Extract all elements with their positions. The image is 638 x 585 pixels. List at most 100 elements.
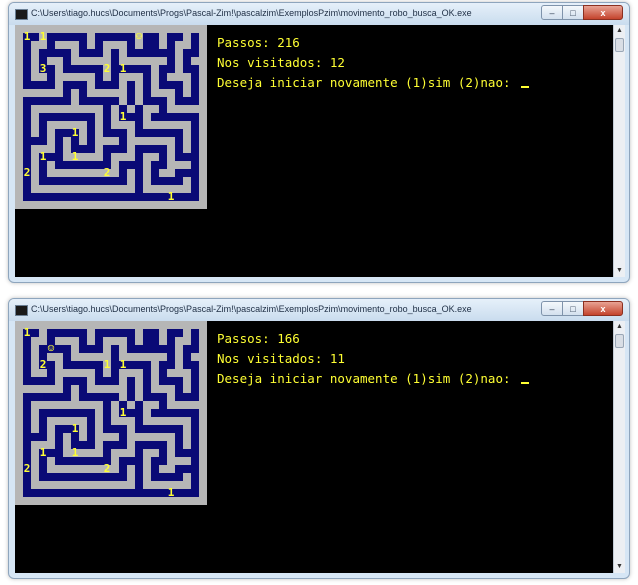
maze-path-cell	[151, 337, 159, 345]
console-output[interactable]: 1 1 ☺ 3 2 1 1 1 1 1 2 2 1 Passos: 216 Nos visitados: …	[15, 25, 613, 277]
maze-path-cell	[87, 97, 95, 105]
maze-path-cell	[111, 489, 119, 497]
maze-path-cell	[143, 65, 151, 73]
maze-wall-cell	[159, 337, 167, 345]
scroll-down-icon[interactable]: ▼	[614, 265, 625, 277]
maze-wall-cell	[31, 145, 39, 153]
maze-path-cell	[191, 465, 199, 473]
close-button[interactable]: x	[583, 301, 623, 316]
maximize-button[interactable]: □	[562, 301, 584, 316]
maze-path-cell	[183, 49, 191, 57]
maze-path-cell	[47, 33, 55, 41]
maze-wall-cell	[111, 337, 119, 345]
scroll-up-icon[interactable]: ▲	[614, 321, 625, 333]
maze-path-cell	[87, 193, 95, 201]
maze-path-cell	[87, 65, 95, 73]
maze-wall-cell	[111, 401, 119, 409]
maze-wall-cell	[23, 385, 31, 393]
maze-path-cell	[175, 465, 183, 473]
maze-wall-cell	[167, 137, 175, 145]
maze-path-cell	[167, 65, 175, 73]
maze-wall-cell	[47, 401, 55, 409]
maze-wall-cell	[183, 433, 191, 441]
maze-path-cell	[95, 193, 103, 201]
maze-wall-cell	[47, 185, 55, 193]
visit-count-label: 1	[167, 190, 175, 203]
maze-path-cell	[135, 473, 143, 481]
maze-path-cell	[127, 385, 135, 393]
maze-path-cell	[135, 193, 143, 201]
maze-path-cell	[63, 89, 71, 97]
maze-path-cell	[135, 129, 143, 137]
console-app-icon	[15, 305, 28, 316]
maze-path-cell	[151, 457, 159, 465]
maze-wall-cell	[31, 161, 39, 169]
maze-path-cell	[143, 345, 151, 353]
maze-path-cell	[111, 145, 119, 153]
scroll-up-icon[interactable]: ▲	[614, 25, 625, 37]
maze-path-cell	[175, 137, 183, 145]
maze-wall-cell	[199, 201, 207, 209]
maze-wall-cell	[79, 433, 87, 441]
maze-wall-cell	[15, 105, 23, 113]
maze-wall-cell	[47, 105, 55, 113]
maze-path-cell	[151, 97, 159, 105]
maze-wall-cell	[47, 145, 55, 153]
scroll-down-icon[interactable]: ▼	[614, 561, 625, 573]
maze-path-cell	[175, 97, 183, 105]
maze-wall-cell	[15, 433, 23, 441]
maze-wall-cell	[199, 497, 207, 505]
maze-path-cell	[191, 33, 199, 41]
maze-wall-cell	[127, 433, 135, 441]
visitados-line: Nos visitados: 11	[217, 351, 345, 366]
maze-path-cell	[119, 161, 127, 169]
maze-path-cell	[55, 345, 63, 353]
maze-path-cell	[135, 489, 143, 497]
maze-wall-cell	[151, 65, 159, 73]
maze-path-cell	[47, 153, 55, 161]
maze-path-cell	[95, 345, 103, 353]
vertical-scrollbar[interactable]: ▲ ▼	[613, 321, 625, 573]
maze-path-cell	[191, 385, 199, 393]
maze-wall-cell	[191, 321, 199, 329]
maze-path-cell	[71, 113, 79, 121]
maze-wall-cell	[39, 481, 47, 489]
maze-path-cell	[71, 409, 79, 417]
maze-wall-cell	[95, 129, 103, 137]
minimize-button[interactable]: –	[541, 5, 563, 20]
maze-wall-cell	[31, 369, 39, 377]
maze-path-cell	[31, 33, 39, 41]
title-bar[interactable]: C:\Users\tiago.hucs\Documents\Progs\Pasc…	[9, 299, 629, 321]
maze-path-cell	[143, 377, 151, 385]
maze-wall-cell	[31, 345, 39, 353]
maze-path-cell	[95, 65, 103, 73]
maze-path-cell	[103, 81, 111, 89]
scroll-thumb[interactable]	[615, 334, 624, 348]
maze-wall-cell	[15, 329, 23, 337]
maze-wall-cell	[143, 449, 151, 457]
title-bar[interactable]: C:\Users\tiago.hucs\Documents\Progs\Pasc…	[9, 3, 629, 25]
maze-wall-cell	[71, 105, 79, 113]
maze-path-cell	[159, 425, 167, 433]
maze-path-cell	[71, 329, 79, 337]
close-button[interactable]: x	[583, 5, 623, 20]
minimize-button[interactable]: –	[541, 301, 563, 316]
maze-wall-cell	[95, 321, 103, 329]
maze-wall-cell	[151, 321, 159, 329]
scroll-thumb[interactable]	[615, 38, 624, 52]
maze-path-cell	[87, 49, 95, 57]
maze-path-cell	[151, 169, 159, 177]
maze-wall-cell	[127, 177, 135, 185]
console-output[interactable]: 1 ☺ 2 1 1 1 1 1 1 2 2 1 Passos: 166 Nos visitados: 1…	[15, 321, 613, 573]
maze-wall-cell	[175, 417, 183, 425]
vertical-scrollbar[interactable]: ▲ ▼	[613, 25, 625, 277]
maze-path-cell	[87, 409, 95, 417]
maze-wall-cell	[103, 137, 111, 145]
maze-wall-cell	[71, 369, 79, 377]
maze-wall-cell	[119, 49, 127, 57]
maze-path-cell	[111, 193, 119, 201]
maximize-button[interactable]: □	[562, 5, 584, 20]
maze-path-cell	[159, 361, 167, 369]
maze-path-cell	[167, 361, 175, 369]
maze-path-cell	[143, 361, 151, 369]
